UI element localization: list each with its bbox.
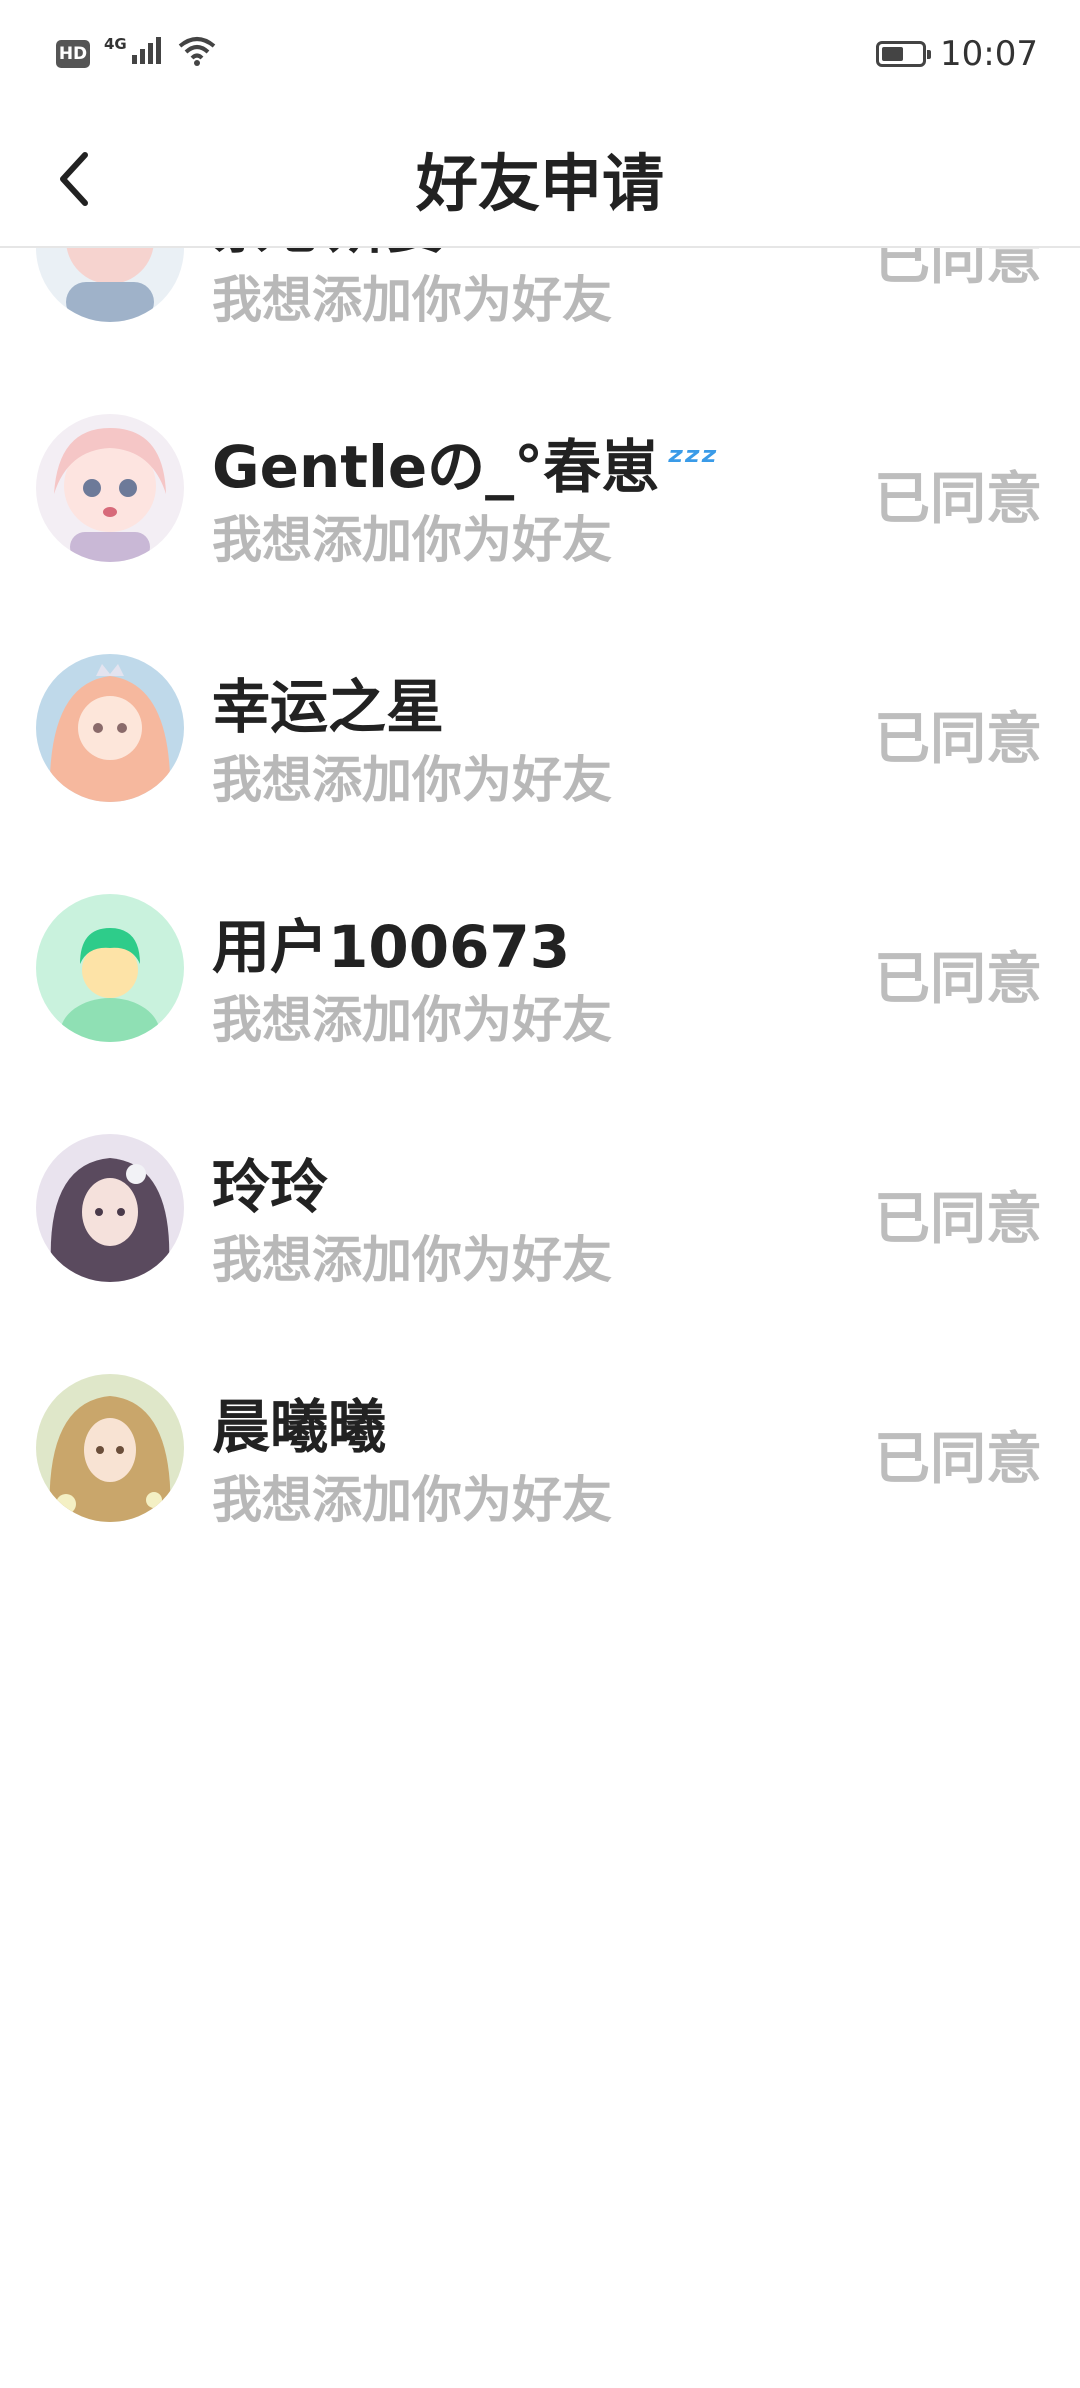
request-message: 我想添加你为好友	[212, 1471, 612, 1529]
request-row[interactable]: 幸运之星 我想添加你为好友 已同意	[0, 608, 1080, 848]
requester-name-text: Gentleの_°春崽	[212, 433, 660, 501]
avatar[interactable]	[36, 248, 184, 322]
request-message: 我想添加你为好友	[212, 271, 612, 329]
request-status: 已同意	[874, 1187, 1042, 1252]
battery-fill	[882, 47, 903, 61]
request-status: 已同意	[874, 467, 1042, 532]
page-title: 好友申请	[415, 147, 664, 220]
friend-request-list[interactable]: 柰芯妍要 我想添加你为好友 已同意 Gentleの_°春崽 ᶻᶻᶻ	[0, 248, 1080, 2048]
request-message: 我想添加你为好友	[212, 1231, 612, 1289]
status-right: 10:07	[876, 34, 1038, 74]
requester-name: 用户100673	[212, 913, 571, 981]
requester-name: 幸运之星	[212, 673, 445, 741]
request-row[interactable]: 柰芯妍要 我想添加你为好友 已同意	[0, 248, 1080, 368]
avatar[interactable]	[36, 654, 184, 802]
avatar[interactable]	[36, 1134, 184, 1282]
signal-icon	[131, 34, 163, 74]
request-status: 已同意	[874, 248, 1042, 292]
requester-name: 玲玲	[212, 1153, 329, 1221]
requester-name: 晨曦曦	[212, 1393, 387, 1461]
avatar[interactable]	[36, 414, 184, 562]
hd-badge: HD	[56, 40, 90, 68]
network-type: 4G	[104, 35, 127, 53]
request-row[interactable]: 玲玲 我想添加你为好友 已同意	[0, 1088, 1080, 1328]
sleep-zzz-icon: ᶻᶻᶻ	[667, 439, 718, 485]
avatar[interactable]	[36, 1374, 184, 1522]
clock: 10:07	[940, 34, 1038, 74]
status-bar: HD 4G 10:07	[0, 0, 1080, 108]
wifi-icon	[177, 34, 217, 75]
status-left: HD 4G	[56, 34, 217, 75]
battery-icon	[876, 41, 932, 67]
friend-request-list-inner: 柰芯妍要 我想添加你为好友 已同意 Gentleの_°春崽 ᶻᶻᶻ	[0, 248, 1080, 1568]
request-row[interactable]: 用户100673 我想添加你为好友 已同意	[0, 848, 1080, 1088]
request-status: 已同意	[874, 707, 1042, 772]
request-row[interactable]: Gentleの_°春崽 ᶻᶻᶻ 我想添加你为好友 已同意	[0, 368, 1080, 608]
requester-name: Gentleの_°春崽 ᶻᶻᶻ	[212, 420, 717, 504]
request-status: 已同意	[874, 1427, 1042, 1492]
request-status: 已同意	[874, 947, 1042, 1012]
request-row[interactable]: 晨曦曦 我想添加你为好友 已同意	[0, 1328, 1080, 1568]
request-message: 我想添加你为好友	[212, 751, 612, 809]
title-bar: 好友申请	[0, 108, 1080, 248]
default-avatar[interactable]	[36, 894, 184, 1042]
request-message: 我想添加你为好友	[212, 991, 612, 1049]
request-message: 我想添加你为好友	[212, 511, 612, 569]
